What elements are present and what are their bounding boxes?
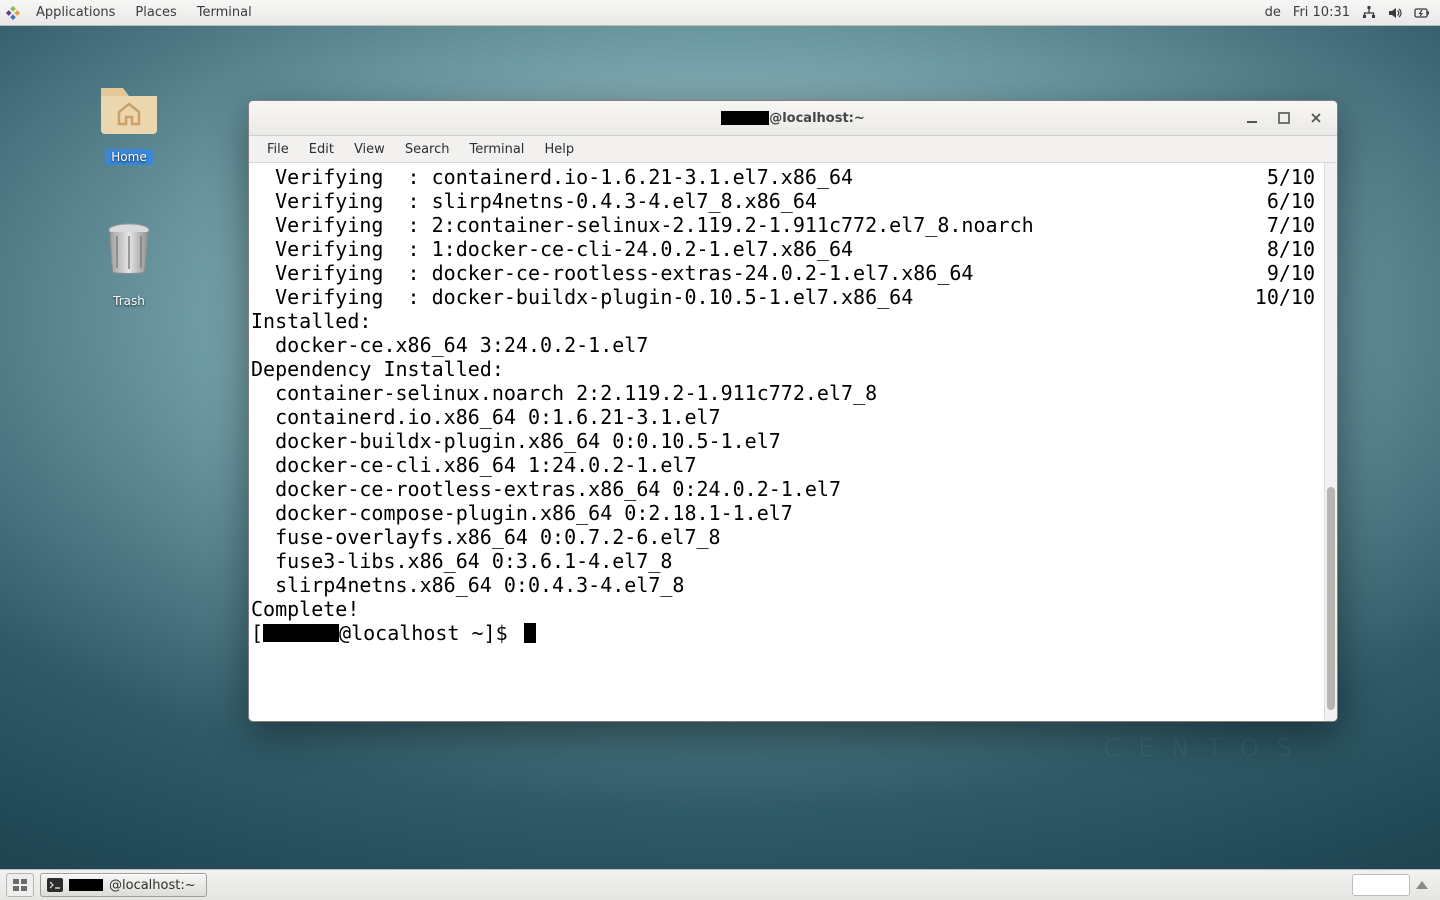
taskbar-item-label: @localhost:~ (109, 878, 196, 893)
workspace-switcher[interactable] (6, 873, 34, 897)
menu-places[interactable]: Places (125, 0, 186, 25)
redacted-username (69, 879, 103, 891)
system-tray: de Fri 10:31 (1265, 5, 1434, 20)
terminal-output: Verifying : containerd.io-1.6.21-3.1.el7… (249, 163, 1323, 721)
terminal-body[interactable]: Verifying : containerd.io-1.6.21-3.1.el7… (249, 163, 1337, 721)
terminal-menu-view[interactable]: View (344, 142, 395, 157)
terminal-menu-file[interactable]: File (257, 142, 299, 157)
bottom-panel: @localhost:~ (0, 869, 1440, 900)
folder-home-icon (91, 66, 167, 142)
terminal-menu-terminal[interactable]: Terminal (459, 142, 534, 157)
window-title: @localhost:~ (249, 111, 1337, 126)
window-titlebar[interactable]: @localhost:~ (249, 101, 1337, 136)
trash-icon (93, 214, 165, 286)
redacted-username (263, 624, 339, 642)
keyboard-layout-indicator[interactable]: de (1265, 5, 1281, 20)
window-close-button[interactable] (1309, 111, 1323, 125)
terminal-window: @localhost:~ File Edit View Search Termi… (248, 100, 1338, 722)
desktop-icon-trash-label: Trash (107, 293, 151, 309)
top-panel: Applications Places Terminal de Fri 10:3… (0, 0, 1440, 26)
desktop-icon-home[interactable]: Home (84, 66, 174, 165)
wallpaper-watermark: CENTOS (1103, 734, 1310, 762)
panel-indicator[interactable] (1352, 874, 1410, 896)
desktop: Applications Places Terminal de Fri 10:3… (0, 0, 1440, 900)
terminal-menu-help[interactable]: Help (534, 142, 584, 157)
terminal-menu-edit[interactable]: Edit (299, 142, 344, 157)
desktop-icon-home-label: Home (105, 149, 152, 165)
network-icon[interactable] (1362, 6, 1376, 20)
taskbar-item-terminal[interactable]: @localhost:~ (40, 873, 207, 897)
window-minimize-button[interactable] (1245, 111, 1259, 125)
terminal-icon (47, 878, 63, 892)
scrollbar-vertical[interactable] (1324, 163, 1337, 721)
window-maximize-button[interactable] (1277, 111, 1291, 125)
distro-logo-icon (6, 6, 20, 20)
terminal-menubar: File Edit View Search Terminal Help (249, 136, 1337, 163)
desktop-icon-trash[interactable]: Trash (84, 214, 174, 309)
volume-icon[interactable] (1388, 6, 1402, 20)
battery-icon[interactable] (1414, 6, 1430, 20)
terminal-cursor (524, 623, 536, 643)
clock[interactable]: Fri 10:31 (1293, 5, 1350, 20)
terminal-menu-search[interactable]: Search (395, 142, 460, 157)
scrollbar-thumb[interactable] (1327, 487, 1335, 710)
menu-terminal[interactable]: Terminal (187, 0, 262, 25)
redacted-username (721, 111, 769, 125)
panel-overflow-icon[interactable] (1416, 881, 1428, 889)
menu-applications[interactable]: Applications (26, 0, 125, 25)
